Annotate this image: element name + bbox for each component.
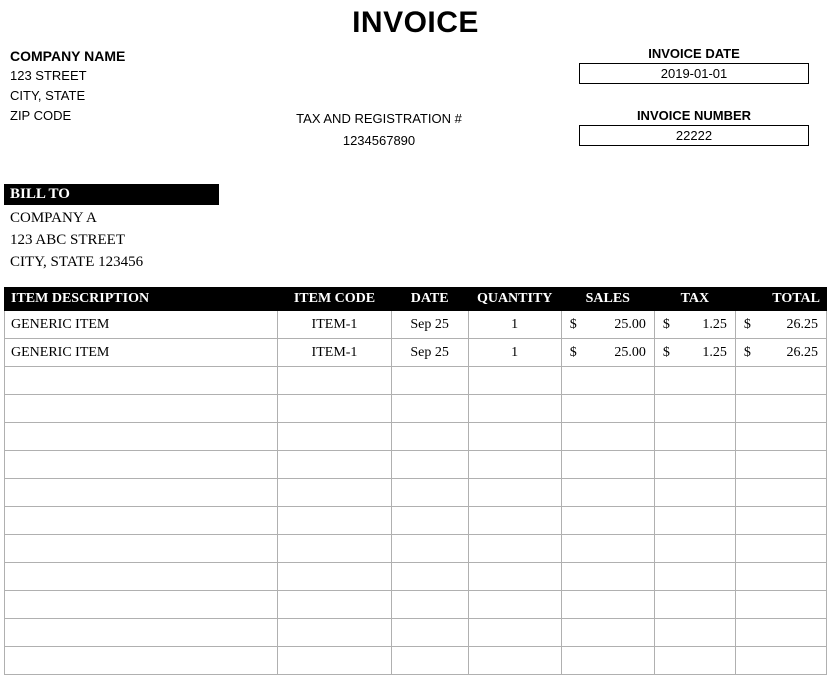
table-row[interactable]: GENERIC ITEMITEM-1Sep 251$25.00$1.25$26.… [5,339,827,367]
tax-registration: TAX AND REGISTRATION # 1234567890 [254,108,504,152]
cell-desc[interactable]: GENERIC ITEM [5,339,278,367]
table-row[interactable]: GENERIC ITEMITEM-1Sep 251$25.00$1.25$26.… [5,311,827,339]
page-title: INVOICE [4,6,827,40]
cell-date[interactable]: Sep 25 [391,339,468,367]
header-block: COMPANY NAME 123 STREET CITY, STATE ZIP … [4,46,827,166]
table-row-empty[interactable] [5,423,827,451]
table-row-empty[interactable] [5,563,827,591]
cell-sales[interactable]: $25.00 [561,339,654,367]
table-row-empty[interactable] [5,479,827,507]
col-desc: ITEM DESCRIPTION [5,288,278,311]
table-header-row: ITEM DESCRIPTION ITEM CODE DATE QUANTITY… [5,288,827,311]
cell-code[interactable]: ITEM-1 [278,339,391,367]
bill-to-label: BILL TO [4,184,219,205]
cell-total[interactable]: $26.25 [735,311,826,339]
cell-qty[interactable]: 1 [468,311,561,339]
company-street: 123 STREET [10,66,270,86]
company-city-state: CITY, STATE [10,86,270,106]
items-table: ITEM DESCRIPTION ITEM CODE DATE QUANTITY… [4,287,827,675]
col-total: TOTAL [735,288,826,311]
invoice-number-label: INVOICE NUMBER [569,108,819,123]
cell-tax[interactable]: $1.25 [654,311,735,339]
table-row-empty[interactable] [5,535,827,563]
table-row-empty[interactable] [5,619,827,647]
cell-qty[interactable]: 1 [468,339,561,367]
cell-tax[interactable]: $1.25 [654,339,735,367]
bill-to-city: CITY, STATE 123456 [10,251,821,273]
table-row-empty[interactable] [5,647,827,675]
cell-code[interactable]: ITEM-1 [278,311,391,339]
cell-desc[interactable]: GENERIC ITEM [5,311,278,339]
bill-to-street: 123 ABC STREET [10,229,821,251]
bill-to-block: COMPANY A 123 ABC STREET CITY, STATE 123… [4,205,827,273]
invoice-meta: INVOICE DATE 2019-01-01 INVOICE NUMBER 2… [569,46,819,146]
company-zip: ZIP CODE [10,106,270,126]
invoice-date-label: INVOICE DATE [569,46,819,61]
company-address: COMPANY NAME 123 STREET CITY, STATE ZIP … [10,46,270,126]
tax-value: 1234567890 [254,130,504,152]
company-name: COMPANY NAME [10,46,270,66]
table-row-empty[interactable] [5,591,827,619]
col-date: DATE [391,288,468,311]
cell-date[interactable]: Sep 25 [391,311,468,339]
table-row-empty[interactable] [5,367,827,395]
col-tax: TAX [654,288,735,311]
cell-total[interactable]: $26.25 [735,339,826,367]
table-row-empty[interactable] [5,507,827,535]
invoice-number-value[interactable]: 22222 [579,125,809,146]
tax-label: TAX AND REGISTRATION # [254,108,504,130]
cell-sales[interactable]: $25.00 [561,311,654,339]
col-qty: QUANTITY [468,288,561,311]
table-row-empty[interactable] [5,451,827,479]
col-sales: SALES [561,288,654,311]
invoice-date-value[interactable]: 2019-01-01 [579,63,809,84]
col-code: ITEM CODE [278,288,391,311]
bill-to-name: COMPANY A [10,207,821,229]
table-row-empty[interactable] [5,395,827,423]
